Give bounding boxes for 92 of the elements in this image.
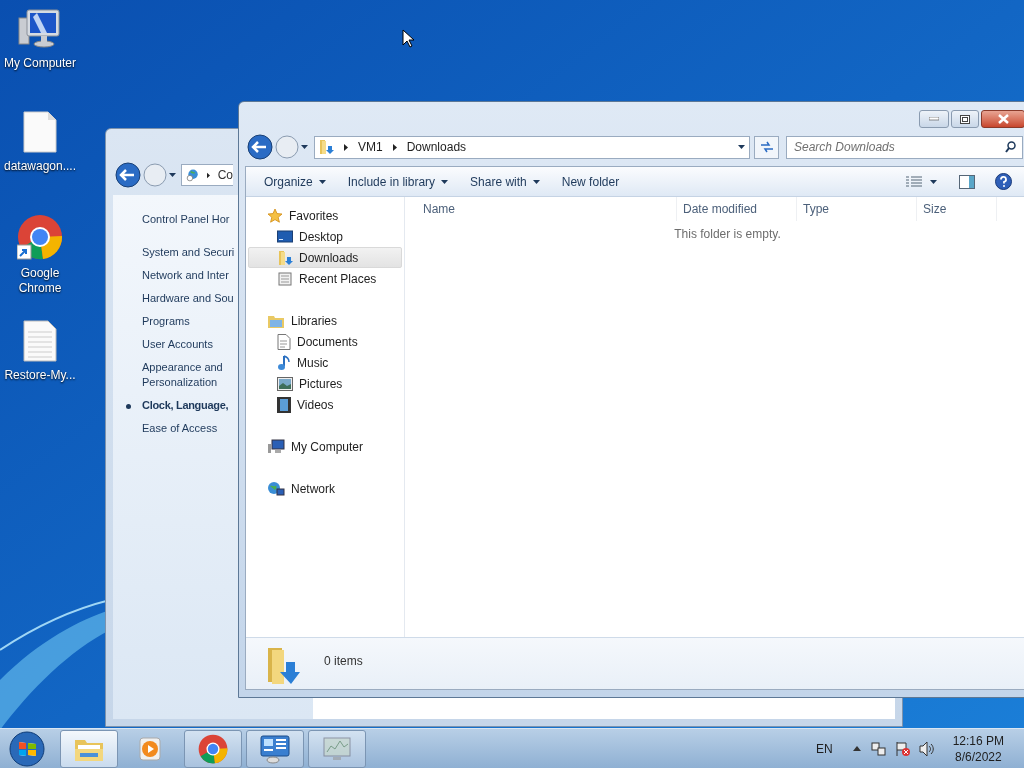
language-indicator[interactable]: EN	[815, 739, 833, 758]
toolbar-button[interactable]: Organize	[256, 169, 334, 194]
computer-icon	[17, 8, 63, 50]
control-panel-link[interactable]: System and Securi	[142, 245, 235, 260]
address-bar[interactable]: VM1 Downloads	[314, 135, 750, 159]
refresh-button[interactable]	[754, 135, 779, 159]
breadcrumb-item[interactable]: Downloads	[406, 138, 467, 156]
monitor-icon	[277, 229, 293, 244]
column-header[interactable]: Size	[917, 197, 997, 221]
back-button-icon[interactable]	[247, 134, 273, 160]
page-stack-icon	[277, 270, 293, 287]
minimize-icon	[929, 117, 939, 121]
toolbar-button[interactable]: New folder	[553, 169, 628, 194]
nav-item[interactable]: Favorites	[248, 205, 402, 226]
monitor-icon	[322, 735, 352, 762]
nav-item[interactable]: Libraries	[248, 310, 402, 331]
nav-item[interactable]: Network	[248, 478, 402, 499]
caret-icon	[301, 145, 308, 149]
toolbar-button[interactable]: Share with	[462, 169, 548, 194]
back-button-icon[interactable]	[115, 162, 141, 188]
help-icon[interactable]	[995, 173, 1012, 190]
download-folder-icon	[277, 249, 293, 266]
picture-icon	[277, 376, 293, 391]
nav-item[interactable]: Videos	[248, 394, 402, 415]
bullet-icon	[126, 404, 131, 409]
network-icon[interactable]	[870, 740, 887, 757]
desktop-icon-label[interactable]: My Computer	[4, 56, 76, 71]
close-button[interactable]	[981, 110, 1024, 128]
star-icon	[267, 207, 283, 224]
close-icon	[997, 114, 1009, 124]
preview-pane-icon[interactable]	[959, 174, 975, 189]
maximize-icon	[960, 114, 970, 124]
chevron-icon	[206, 171, 210, 179]
chrome-logo-icon	[17, 214, 63, 260]
caret-icon	[169, 173, 176, 177]
search-icon	[1005, 140, 1016, 153]
control-panel-link[interactable]: Ease of Access	[142, 421, 218, 436]
control-panel-icon	[259, 733, 291, 764]
desktop-icon-label[interactable]: datawagon....	[3, 159, 77, 174]
address-bar[interactable]: Co	[181, 164, 233, 186]
control-panel-icon	[186, 167, 199, 183]
text-file-icon	[23, 320, 57, 362]
column-header[interactable]: Name	[405, 197, 677, 221]
refresh-icon	[759, 141, 774, 153]
mouse-pointer-icon	[402, 29, 414, 48]
clock[interactable]: 12:16 PM 8/6/2022	[952, 732, 1004, 765]
chevron-icon	[392, 143, 397, 151]
address-text: Co	[217, 167, 233, 184]
control-panel-link[interactable]: Hardware and Sou	[142, 291, 234, 306]
control-panel-link[interactable]: Appearance and Personalization	[142, 360, 238, 390]
chevron-icon	[344, 143, 348, 151]
taskbar-button[interactable]	[60, 729, 118, 768]
column-header[interactable]: Type	[797, 197, 917, 221]
document-icon	[277, 333, 291, 350]
play-icon	[138, 735, 164, 762]
desktop-icon-label[interactable]: Restore-My...	[4, 368, 76, 383]
start-button-icon[interactable]	[8, 729, 46, 768]
control-panel-link[interactable]: User Accounts	[142, 337, 213, 352]
toolbar-button[interactable]: Include in library	[339, 169, 457, 194]
show-hidden-icons-icon[interactable]	[852, 746, 861, 751]
search-field[interactable]: Search Downloads	[786, 135, 1023, 159]
nav-item[interactable]: Music	[248, 352, 402, 373]
desktop-icon-label[interactable]: Google Chrome	[1, 266, 79, 296]
film-icon	[277, 396, 291, 413]
control-panel-link[interactable]: Clock, Language,	[142, 398, 229, 413]
caret-icon	[930, 179, 937, 184]
nav-item[interactable]: Documents	[248, 331, 402, 352]
details-view-icon	[906, 175, 922, 188]
flag-icon[interactable]	[894, 740, 911, 757]
empty-folder-message: This folder is empty.	[674, 226, 781, 243]
taskbar-button[interactable]	[184, 729, 242, 768]
blank-file-icon	[23, 111, 57, 153]
nav-item[interactable]: Recent Places	[248, 268, 402, 289]
nav-item[interactable]: My Computer	[248, 436, 402, 457]
nav-item[interactable]: Downloads	[248, 247, 402, 268]
control-panel-link[interactable]: Control Panel Hor	[142, 212, 230, 227]
nav-item[interactable]: Pictures	[248, 373, 402, 394]
nav-item[interactable]: Desktop	[248, 226, 402, 247]
item-count: 0 items	[324, 653, 363, 670]
chrome-logo-icon	[198, 733, 228, 764]
column-header[interactable]: Date modified	[677, 197, 797, 221]
maximize-button[interactable]	[951, 110, 979, 128]
control-panel-link[interactable]: Programs	[142, 314, 190, 329]
taskbar-button[interactable]	[246, 729, 304, 768]
breadcrumb-item[interactable]: VM1	[358, 138, 383, 156]
caret-icon	[738, 145, 745, 149]
computer-icon	[267, 438, 285, 455]
music-note-icon	[277, 354, 291, 371]
download-folder-icon	[318, 139, 334, 155]
control-panel-link[interactable]: Network and Inter	[142, 268, 229, 283]
globe-icon	[267, 480, 285, 497]
speaker-icon[interactable]	[918, 740, 935, 757]
